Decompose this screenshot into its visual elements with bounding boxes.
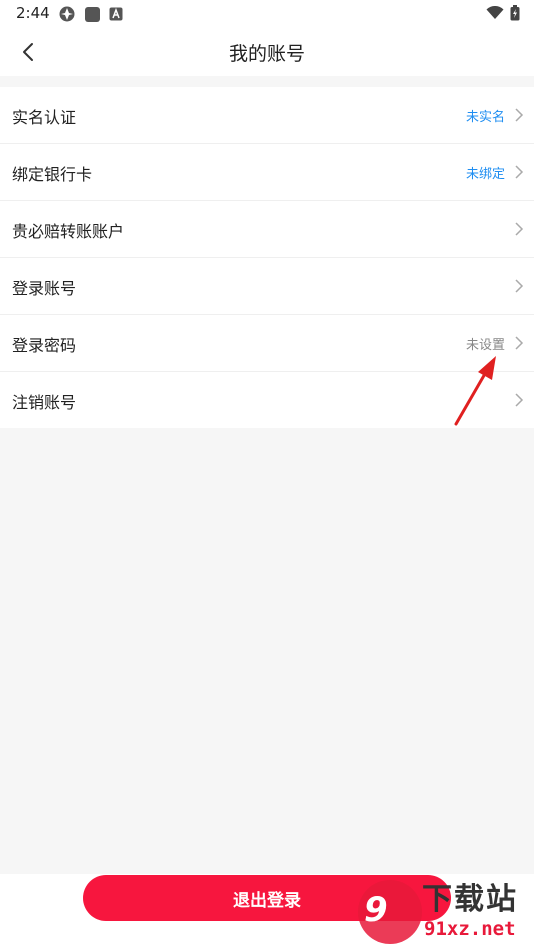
chevron-right-icon <box>515 165 524 179</box>
menu-item-status: 未实名 <box>465 110 505 125</box>
menu-item-label: 登录密码 <box>12 336 77 355</box>
app-notification-icon <box>59 6 75 22</box>
menu-item-label: 实名认证 <box>12 108 77 127</box>
chevron-right-icon <box>515 336 524 350</box>
menu-item-real-name-auth[interactable]: 实名认证 未实名 <box>0 87 534 144</box>
battery-icon <box>510 5 520 21</box>
annotation-arrow-icon <box>454 356 496 426</box>
menu-item-bind-bank-card[interactable]: 绑定银行卡 未绑定 <box>0 144 534 201</box>
menu-item-label: 注销账号 <box>12 393 77 412</box>
watermark-title: 下载站 <box>422 882 518 917</box>
chevron-right-icon <box>515 108 524 122</box>
chevron-right-icon <box>515 279 524 293</box>
watermark-logo: 9 下载站 91xz.net <box>358 874 530 948</box>
status-time: 2:44 <box>16 4 50 22</box>
menu-item-label: 绑定银行卡 <box>12 165 93 184</box>
status-icons-right <box>486 5 520 21</box>
wifi-icon <box>486 6 504 19</box>
chevron-right-icon <box>515 222 524 236</box>
status-bar: 2:44 <box>0 0 534 28</box>
page-title: 我的账号 <box>228 43 305 65</box>
nav-bar: 我的账号 <box>0 28 534 76</box>
watermark-number: 9 <box>364 890 388 930</box>
menu-item-label: 登录账号 <box>12 279 77 298</box>
menu-item-login-account[interactable]: 登录账号 <box>0 258 534 315</box>
menu-item-transfer-account[interactable]: 贵必赔转账账户 <box>0 201 534 258</box>
menu-item-label: 贵必赔转账账户 <box>12 222 125 241</box>
square-notification-icon <box>85 6 100 22</box>
status-icons-left <box>58 5 123 23</box>
watermark-domain: 91xz.net <box>424 918 516 940</box>
menu-item-status: 未绑定 <box>465 167 505 182</box>
chevron-right-icon <box>515 393 524 407</box>
font-notification-icon <box>109 7 123 21</box>
